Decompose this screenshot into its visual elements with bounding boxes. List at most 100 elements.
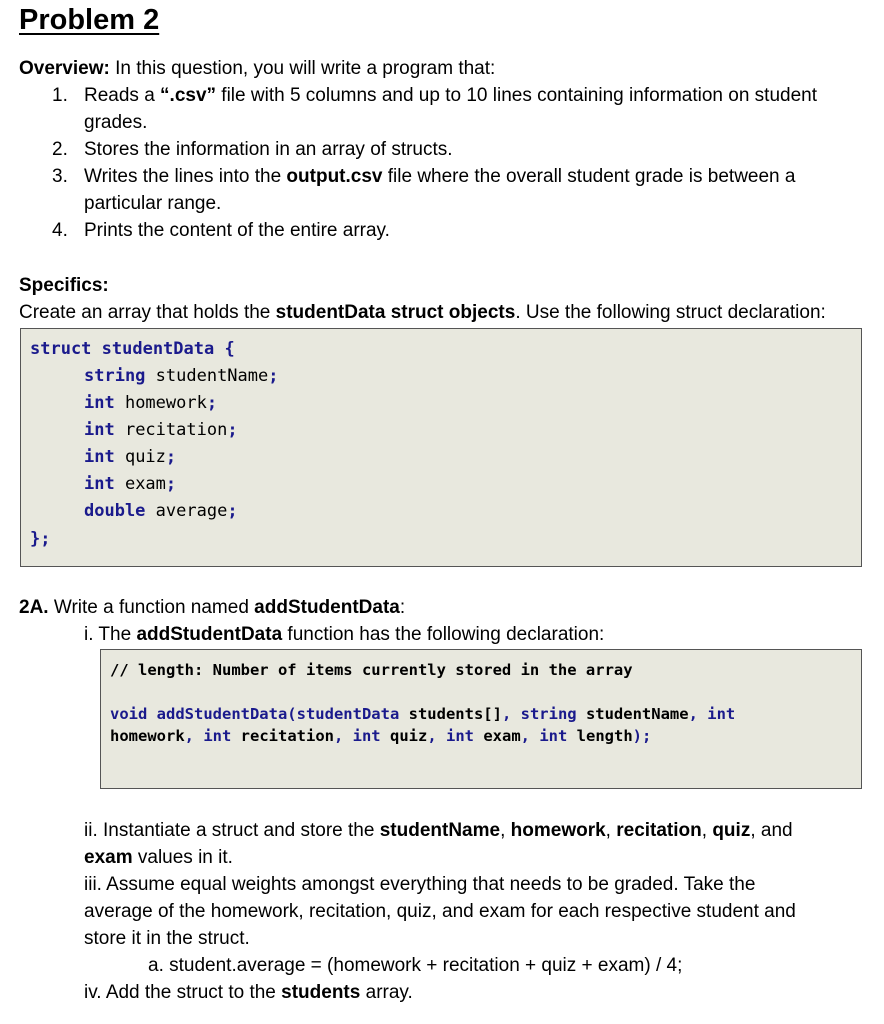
overview-text: In this question, you will write a progr…	[109, 58, 496, 79]
overview-item-3-text: Writes the lines into the output.csv fil…	[84, 163, 795, 190]
text: file with 5 columns and up to 10 lines c…	[216, 85, 818, 106]
code-keyword: , int	[333, 727, 381, 745]
text: Write a function named	[48, 597, 255, 618]
bold-text: homework	[510, 820, 606, 841]
specifics-label: Specifics:	[19, 272, 109, 299]
code-line-field: int homework;	[84, 393, 217, 413]
code-keyword: void addStudentData(studentData	[110, 705, 400, 723]
code-identifier: exam	[474, 727, 521, 745]
bold-text: output.csv	[286, 166, 383, 187]
code-semicolon: ;	[227, 501, 238, 521]
code-line-field: int quiz;	[84, 447, 176, 467]
code-comment: // length: Number of items currently sto…	[110, 661, 633, 679]
bold-text: addStudentData	[254, 597, 400, 618]
code-field-name: quiz	[114, 447, 166, 467]
overview-item-1-text: Reads a “.csv” file with 5 columns and u…	[84, 82, 817, 109]
list-number: 1.	[52, 85, 68, 106]
text: ii. Instantiate a struct and store the	[84, 820, 380, 841]
page-title: Problem 2	[19, 4, 160, 36]
text: , and	[750, 820, 793, 841]
text: array.	[360, 982, 413, 1003]
text: values in it.	[132, 847, 233, 868]
code-line-field: int recitation;	[84, 420, 238, 440]
part-2a-iv: iv. Add the struct to the students array…	[84, 979, 413, 1006]
code-type: int	[84, 474, 115, 494]
code-semicolon: ;	[206, 393, 218, 413]
part-2a-iii-line-3: store it in the struct.	[84, 928, 250, 949]
code-semicolon: ;	[165, 447, 177, 467]
code-keyword: , int	[184, 727, 232, 745]
text: :	[399, 597, 406, 618]
text: i. The	[84, 624, 137, 645]
part-2a-ii: ii. Instantiate a struct and store the s…	[84, 817, 793, 844]
code-keyword: , int	[520, 727, 568, 745]
bold-text: recitation	[616, 820, 702, 841]
list-number: 2.	[52, 139, 68, 160]
code-identifier: studentName	[576, 705, 689, 723]
list-number: 4.	[52, 220, 68, 241]
code-type: int	[84, 393, 115, 413]
code-field-name: exam	[114, 474, 166, 494]
code-field-name: average	[145, 501, 228, 521]
overview-item-3-cont: particular range.	[84, 193, 222, 214]
code-keyword: , string	[501, 705, 577, 723]
text: file where the overall student grade is …	[382, 166, 796, 187]
text: function has the following declaration:	[282, 624, 605, 645]
code-type: int	[84, 447, 115, 467]
bold-text: Specifics:	[19, 275, 109, 296]
code-semicolon: ;	[227, 420, 238, 440]
text: ,	[701, 820, 713, 841]
overview-item-2-text: Stores the information in an array of st…	[84, 139, 453, 160]
code-identifier: recitation	[231, 727, 334, 745]
code-semicolon: ;	[268, 366, 279, 386]
text: Create an array that holds the	[19, 302, 276, 323]
overview-item-1: 1.	[52, 82, 68, 109]
code-semicolon: ;	[165, 474, 177, 494]
text: iv. Add the struct to the	[84, 982, 282, 1003]
code-field-name: homework	[114, 393, 207, 413]
text: Reads a	[84, 85, 161, 106]
bold-text: studentData struct objects	[275, 302, 516, 323]
part-2a-iii-line-2: average of the homework, recitation, qui…	[84, 901, 796, 922]
part-2a-iii-formula: a. student.average = (homework + recitat…	[148, 955, 683, 976]
code-type: int	[84, 420, 115, 440]
code-identifier: quiz	[380, 727, 428, 745]
code-field-name: studentName	[145, 366, 269, 386]
text: ,	[605, 820, 617, 841]
bold-text: students	[281, 982, 361, 1003]
code-keyword: , int	[688, 705, 736, 723]
bold-text: addStudentData	[136, 624, 283, 645]
specifics-text: Create an array that holds the studentDa…	[19, 299, 826, 326]
text: ,	[500, 820, 511, 841]
code-identifier: homework	[110, 727, 185, 745]
overview-intro: Overview: In this question, you will wri…	[19, 55, 495, 82]
code-line-struct-close: };	[30, 529, 51, 549]
code-field-name: recitation	[114, 420, 228, 440]
code-line-declaration-2: homework, int recitation, int quiz, int …	[110, 727, 651, 745]
code-identifier: length	[567, 727, 633, 745]
part-2a-i: i. The addStudentData function has the f…	[84, 621, 604, 648]
list-number: 3.	[52, 166, 68, 187]
overview-label: Overview:	[19, 58, 110, 79]
code-type: double	[84, 501, 146, 521]
code-line-field: int exam;	[84, 474, 176, 494]
code-line-field: double average;	[84, 501, 238, 521]
code-keyword: );	[632, 727, 652, 745]
part-2a-iii-line-1: iii. Assume equal weights amongst everyt…	[84, 874, 756, 895]
bold-text: “.csv”	[160, 85, 217, 106]
code-line-field: string studentName;	[84, 366, 279, 386]
part-2a-heading: 2A. Write a function named addStudentDat…	[19, 594, 405, 621]
text: . Use the following struct declaration:	[515, 302, 826, 323]
code-type: string	[84, 366, 146, 386]
bold-text: 2A.	[19, 597, 49, 618]
text: Writes the lines into the	[84, 166, 287, 187]
bold-text: quiz	[712, 820, 751, 841]
overview-item-1-cont: grades.	[84, 112, 148, 133]
bold-text: studentName	[379, 820, 501, 841]
code-identifier: students[]	[399, 705, 502, 723]
part-2a-ii-cont: exam values in it.	[84, 844, 233, 871]
code-keyword: , int	[427, 727, 474, 745]
bold-text: exam	[84, 847, 133, 868]
overview-item-4-text: Prints the content of the entire array.	[84, 220, 390, 241]
code-line-struct-open: struct studentData {	[30, 339, 235, 359]
